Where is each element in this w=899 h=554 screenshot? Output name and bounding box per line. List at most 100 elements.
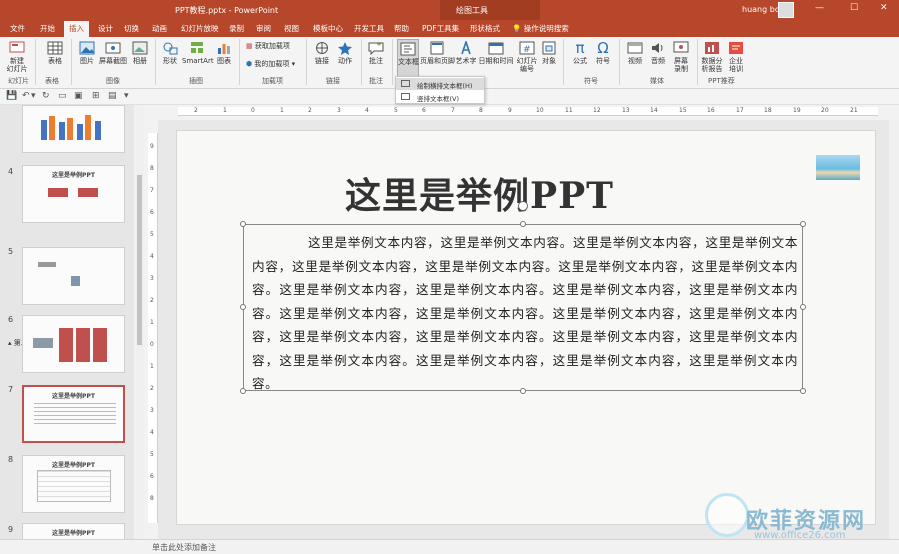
resize-handle[interactable]: [240, 304, 246, 310]
menu-item-horizontal-textbox[interactable]: 绘制横排文本框(H): [396, 78, 484, 90]
my-addins-button[interactable]: ⬢ 我的加载项 ▾: [246, 60, 295, 68]
ruler-icon[interactable]: ▤: [108, 91, 117, 101]
link-button[interactable]: 链接: [312, 41, 332, 65]
header-footer-icon: [430, 41, 444, 55]
slide-thumbnail-6[interactable]: [22, 315, 125, 373]
comment-button[interactable]: 批注: [366, 41, 386, 65]
textbox-dropdown-menu: 绘制横排文本框(H) 竖排文本框(V): [395, 76, 485, 104]
chevron-down-icon: ▾: [289, 60, 296, 68]
slide-picture[interactable]: [816, 155, 860, 180]
resize-handle[interactable]: [240, 388, 246, 394]
touch-mode-icon[interactable]: ⊞: [92, 91, 100, 101]
slide-body-text[interactable]: 这里是举例文本内容，这里是举例文本内容。这里是举例文本内容，这里是举例文本内容，…: [252, 231, 798, 396]
enterprise-training-button[interactable]: 企业 培训: [726, 41, 746, 73]
chart-button[interactable]: 图表: [214, 41, 234, 65]
rotate-handle[interactable]: [518, 201, 528, 211]
resize-handle[interactable]: [240, 221, 246, 227]
textbox-icon: [400, 42, 416, 56]
user-name[interactable]: huang bo: [742, 5, 780, 14]
chart-label: 图表: [217, 57, 231, 65]
tab-shape-format[interactable]: 形状格式: [470, 23, 500, 34]
tab-view[interactable]: 视图: [284, 23, 299, 34]
from-beginning-icon[interactable]: ▭: [58, 91, 67, 101]
slide-number-label: 幻灯片 编号: [516, 57, 538, 73]
ruler-label: 14: [650, 107, 658, 114]
tab-review[interactable]: 审阅: [256, 23, 271, 34]
object-button[interactable]: 对象: [539, 41, 559, 65]
screen-recording-button[interactable]: 屏幕 录制: [671, 41, 691, 73]
ruler-label: 15: [679, 107, 687, 114]
slide-thumbnail-3[interactable]: [22, 105, 125, 153]
group-images: 图像: [106, 77, 120, 85]
smartart-button[interactable]: SmartArt: [182, 41, 214, 65]
get-addins-button[interactable]: ▦ 获取加载项: [246, 42, 290, 50]
notes-bar[interactable]: 单击此处添加备注: [0, 539, 899, 554]
editor-scrollbar[interactable]: [889, 120, 899, 539]
slide-thumbnail-8[interactable]: 这里是举例PPT: [22, 455, 125, 513]
resize-handle[interactable]: [800, 304, 806, 310]
slide-thumbnail-5[interactable]: [22, 247, 125, 305]
resize-handle[interactable]: [800, 388, 806, 394]
audio-button[interactable]: 音频: [648, 41, 668, 65]
close-button[interactable]: ✕: [880, 3, 888, 13]
slide-title[interactable]: 这里是举例PPT: [345, 167, 665, 219]
tab-animations[interactable]: 动画: [152, 23, 167, 34]
ruler-label: 17: [736, 107, 744, 114]
slide-number: 7: [8, 385, 14, 394]
slide-thumbnail-4[interactable]: 这里是举例PPT: [22, 165, 125, 223]
shapes-button[interactable]: 形状: [160, 41, 180, 65]
date-time-button[interactable]: 日期和时间: [478, 41, 514, 65]
tab-transitions[interactable]: 切换: [124, 23, 139, 34]
picture-icon: [79, 41, 95, 55]
action-label: 动作: [338, 57, 352, 65]
screenshot-qat-icon[interactable]: ▣: [74, 91, 83, 101]
ruler-label: 3: [150, 407, 154, 414]
resize-handle[interactable]: [520, 221, 526, 227]
thumbnails-scroll-thumb[interactable]: [137, 175, 142, 345]
minimize-button[interactable]: —: [815, 3, 824, 13]
tab-pdf-tools[interactable]: PDF工具集: [422, 23, 459, 34]
ruler-label: 7: [150, 187, 154, 194]
avatar[interactable]: [778, 2, 794, 18]
training-icon: [729, 42, 743, 54]
maximize-button[interactable]: ☐: [850, 3, 858, 13]
tab-file[interactable]: 文件: [10, 23, 25, 34]
screenshot-button[interactable]: 屏幕截图: [99, 41, 127, 65]
pictures-button[interactable]: 图片: [77, 41, 97, 65]
tell-me-search[interactable]: 💡 操作说明搜索: [512, 23, 569, 34]
undo-icon[interactable]: ↶: [22, 91, 30, 101]
tab-template-center[interactable]: 模板中心: [313, 23, 343, 34]
tab-help[interactable]: 帮助: [394, 23, 409, 34]
separator: [239, 39, 240, 85]
textbox-button[interactable]: 文本框: [397, 39, 419, 77]
tab-design[interactable]: 设计: [98, 23, 113, 34]
tab-developer[interactable]: 开发工具: [354, 23, 384, 34]
header-footer-button[interactable]: 页眉和页脚: [420, 41, 455, 65]
redo-icon[interactable]: ↻: [42, 91, 50, 101]
ruler-label: 5: [150, 451, 154, 458]
save-icon[interactable]: 💾: [6, 91, 17, 101]
tab-record[interactable]: 录制: [229, 23, 244, 34]
menu-item-vertical-textbox[interactable]: 竖排文本框(V): [396, 91, 484, 103]
slide-number-button[interactable]: # 幻灯片 编号: [516, 41, 538, 73]
notes-placeholder[interactable]: 单击此处添加备注: [152, 542, 216, 553]
slide-thumbnail-7[interactable]: 这里是举例PPT: [22, 385, 125, 443]
symbol-button[interactable]: Ω 符号: [593, 41, 613, 66]
data-report-button[interactable]: 数据分 析报告: [700, 41, 724, 73]
object-icon: [542, 41, 556, 55]
screen-recording-label: 屏幕 录制: [674, 57, 688, 73]
video-button[interactable]: 视频: [625, 41, 645, 65]
wordart-button[interactable]: 艺术字: [455, 41, 477, 65]
resize-handle[interactable]: [800, 221, 806, 227]
action-button[interactable]: 动作: [334, 41, 356, 65]
table-button[interactable]: 表格: [44, 41, 66, 65]
tab-home[interactable]: 开始: [40, 23, 55, 34]
undo-dropdown-icon[interactable]: ▾: [31, 91, 36, 101]
customize-qat-icon[interactable]: ▾: [124, 91, 129, 101]
equation-button[interactable]: π 公式: [570, 41, 590, 66]
new-slide-button[interactable]: 新建 幻灯片: [4, 41, 30, 73]
tab-insert[interactable]: 插入: [64, 21, 89, 37]
photo-album-button[interactable]: 相册: [131, 41, 149, 65]
comment-label: 批注: [369, 57, 383, 65]
tab-slideshow[interactable]: 幻灯片放映: [181, 23, 219, 34]
